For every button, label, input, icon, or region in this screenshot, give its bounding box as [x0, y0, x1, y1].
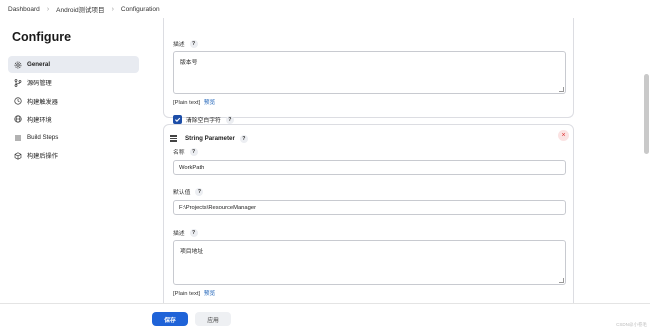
- sidebar-item-label: 构建环境: [27, 116, 52, 124]
- preview-link[interactable]: 预览: [204, 100, 216, 106]
- description-label: 描述 ?: [173, 39, 198, 48]
- help-icon[interactable]: ?: [189, 228, 198, 237]
- watermark: CSDN@小卷毛: [616, 322, 647, 327]
- chevron-right-icon: ›: [46, 5, 50, 13]
- parameter-header: String Parameter ?: [170, 134, 248, 143]
- sidebar-item-environment[interactable]: 构建环境: [8, 111, 139, 128]
- sidebar-item-build-steps[interactable]: Build Steps: [8, 129, 139, 146]
- sidebar-item-label: General: [27, 61, 51, 68]
- default-value-value: F:\Projects\ResourceManager: [179, 204, 257, 211]
- breadcrumb-project[interactable]: Android测试项目: [56, 4, 104, 14]
- description-label-text: 描述: [173, 42, 185, 48]
- description-label: 描述 ?: [173, 228, 198, 237]
- plain-text-label: [Plain text]: [173, 291, 201, 297]
- default-value-label: 默认值 ?: [173, 187, 204, 196]
- description-value: 版本号: [180, 60, 198, 66]
- parameter-card-previous: 描述 ? 版本号 [Plain text] 预览 清除空白字符 ?: [163, 18, 574, 124]
- sidebar-item-triggers[interactable]: 构建触发器: [8, 93, 139, 110]
- sidebar-item-label: 源码管理: [27, 80, 52, 88]
- drag-handle-icon[interactable]: [170, 134, 179, 143]
- sidebar-nav: General 源码管理 构建触发器 构建环境 Build Steps 构建后操…: [8, 56, 139, 166]
- trim-label: 清除空白字符: [186, 118, 221, 124]
- close-icon[interactable]: ×: [558, 130, 569, 141]
- description-textarea[interactable]: 项目地址: [173, 240, 566, 285]
- action-bar: 保存 应用 CSDN@小卷毛: [0, 303, 650, 330]
- checkmark-icon: [175, 117, 181, 122]
- trim-checkbox-row: 清除空白字符 ?: [173, 115, 234, 124]
- chevron-right-icon: ›: [111, 5, 114, 13]
- sidebar-item-label: 构建后操作: [27, 153, 58, 161]
- description-label-text: 描述: [173, 231, 185, 237]
- breadcrumb: Dashboard › Android测试项目 › Configuration: [0, 0, 650, 18]
- cube-icon: [13, 151, 22, 160]
- help-icon[interactable]: ?: [189, 147, 198, 156]
- branch-icon: [13, 78, 22, 87]
- trim-checkbox[interactable]: [173, 115, 182, 124]
- description-value: 项目地址: [180, 249, 204, 255]
- name-input[interactable]: WorkPath: [173, 160, 566, 175]
- list-icon: [13, 133, 22, 142]
- main-content: 描述 ? 版本号 [Plain text] 预览 清除空白字符 ? String…: [155, 18, 585, 330]
- gear-icon: [13, 60, 22, 69]
- save-button[interactable]: 保存: [152, 312, 188, 326]
- plain-text-indicator: [Plain text] 预览: [173, 288, 215, 297]
- description-textarea[interactable]: 版本号: [173, 51, 566, 94]
- default-value-label-text: 默认值: [173, 190, 191, 196]
- sidebar-item-scm[interactable]: 源码管理: [8, 74, 139, 91]
- name-value: WorkPath: [179, 164, 205, 171]
- sidebar: Configure General 源码管理 构建触发器 构建环境 Build …: [0, 18, 150, 330]
- page-scrollbar[interactable]: [644, 74, 649, 154]
- preview-link[interactable]: 预览: [204, 291, 216, 297]
- breadcrumb-configuration[interactable]: Configuration: [121, 6, 160, 13]
- name-label: 名称 ?: [173, 147, 198, 156]
- resize-grip-icon[interactable]: [559, 87, 564, 92]
- help-icon[interactable]: ?: [195, 187, 204, 196]
- plain-text-indicator: [Plain text] 预览: [173, 97, 215, 106]
- parameter-title: String Parameter: [185, 135, 235, 142]
- sidebar-item-label: Build Steps: [27, 134, 59, 142]
- apply-button[interactable]: 应用: [195, 312, 231, 326]
- name-label-text: 名称: [173, 150, 185, 156]
- help-icon[interactable]: ?: [189, 39, 198, 48]
- sidebar-item-label: 构建触发器: [27, 98, 58, 106]
- sidebar-item-general[interactable]: General: [8, 56, 139, 73]
- globe-icon: [13, 115, 22, 124]
- help-icon[interactable]: ?: [225, 115, 234, 124]
- page-title: Configure: [12, 30, 72, 44]
- help-icon[interactable]: ?: [239, 134, 248, 143]
- default-value-input[interactable]: F:\Projects\ResourceManager: [173, 200, 566, 215]
- clock-icon: [13, 97, 22, 106]
- sidebar-item-post-build[interactable]: 构建后操作: [8, 147, 139, 164]
- resize-grip-icon[interactable]: [559, 278, 564, 283]
- string-parameter-card: String Parameter ? × 名称 ? WorkPath 默认值 ?…: [163, 124, 574, 324]
- plain-text-label: [Plain text]: [173, 100, 201, 106]
- breadcrumb-dashboard[interactable]: Dashboard: [8, 6, 40, 13]
